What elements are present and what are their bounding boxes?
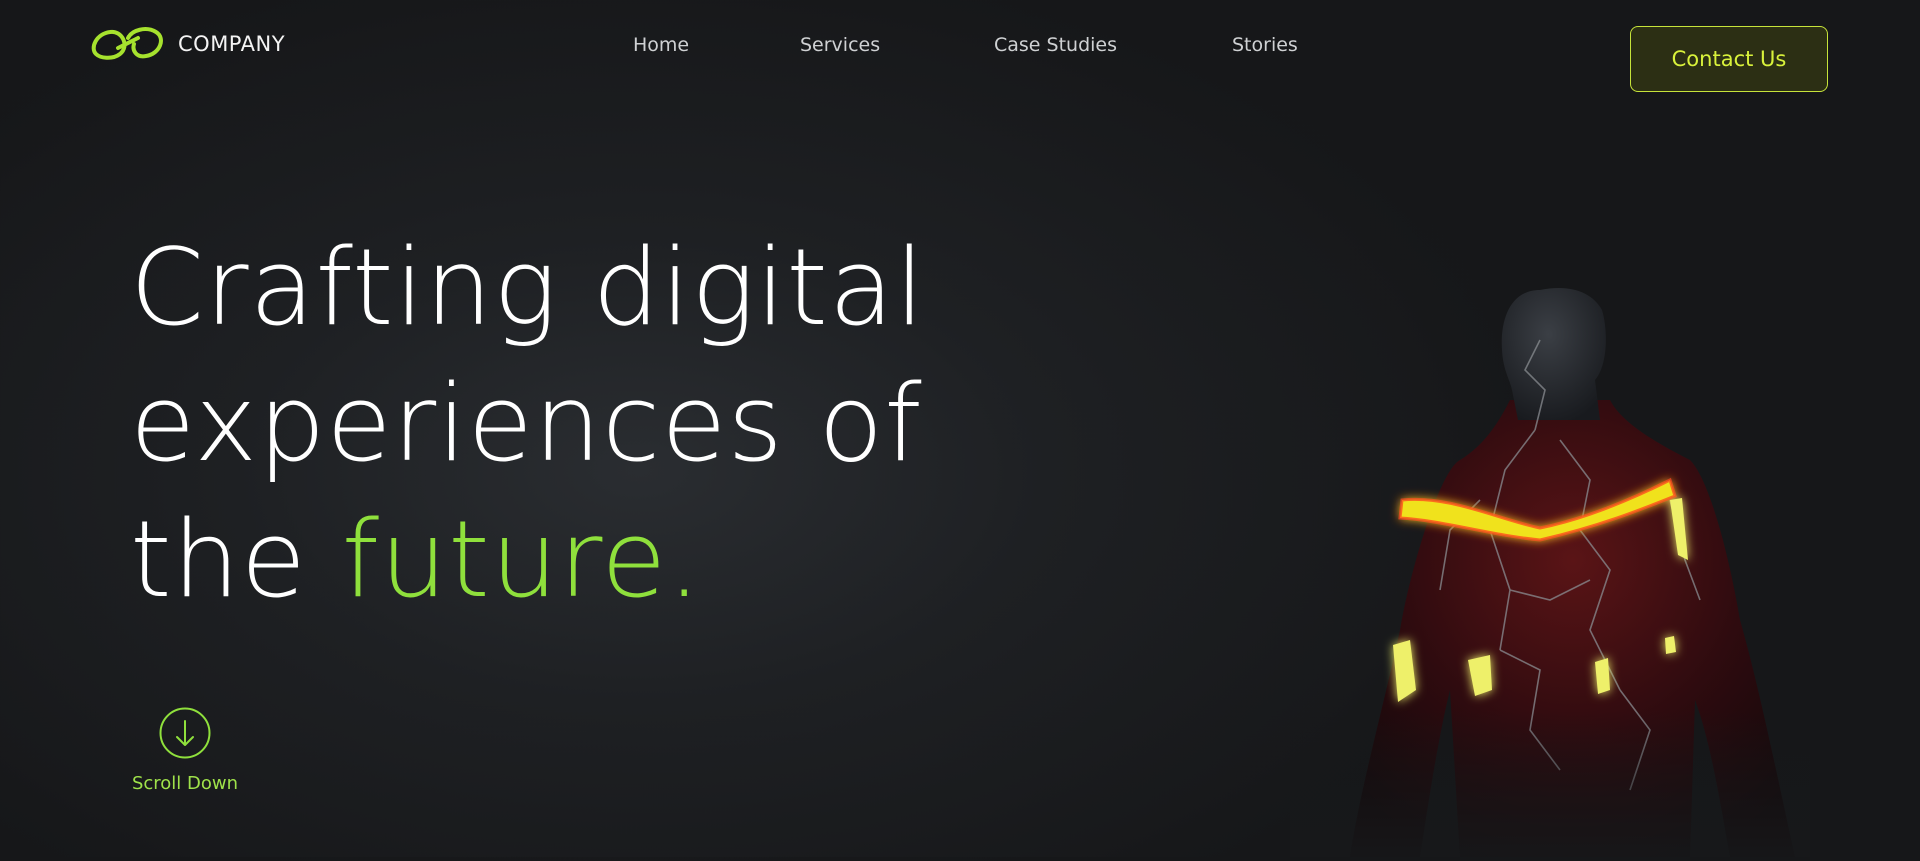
site-header: COMPANY Home Services Case Studies Stori… [0,0,1920,110]
arrow-down-circle-icon [159,707,211,759]
glowing-humanoid-figure [1290,270,1810,857]
hero-headline: Crafting digital experiences of the futu… [130,220,1010,628]
nav-item-stories[interactable]: Stories [1232,34,1298,56]
hero-line-2: experiences of [130,362,923,485]
contact-us-button[interactable]: Contact Us [1630,26,1828,92]
nav-item-services[interactable]: Services [800,34,880,56]
hero-accent-word: future. [341,498,703,621]
scroll-down[interactable]: Scroll Down [131,707,239,794]
hero-line-3-prefix: the [130,498,342,621]
hero-figure [1290,270,1810,857]
nav-item-case-studies[interactable]: Case Studies [994,34,1117,56]
scroll-down-label: Scroll Down [131,773,239,794]
hero-line-1: Crafting digital [130,226,926,349]
scroll-down-button[interactable] [159,707,211,759]
nav-item-home[interactable]: Home [633,34,689,56]
hero-line-3: the future. [130,492,1010,628]
